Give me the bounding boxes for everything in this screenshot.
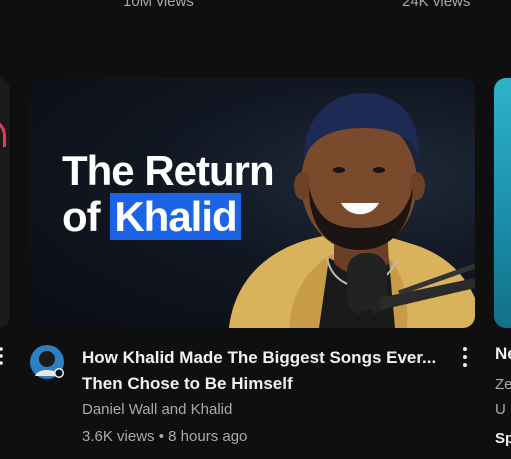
right-video-thumbnail-partial[interactable] <box>494 78 511 328</box>
prev-video-views-left: 10M views <box>123 0 194 10</box>
thumbnail-text-line1: The Return <box>62 147 275 194</box>
right-video-channel-partial[interactable]: Ze <box>495 376 511 393</box>
left-video-thumbnail-partial[interactable] <box>0 78 10 328</box>
view-count: 3.6K views <box>82 428 155 445</box>
meta-separator: • <box>158 428 164 445</box>
thumbnail-text-highlight: Khalid <box>110 193 241 240</box>
video-title[interactable]: How Khalid Made The Biggest Songs Ever..… <box>82 345 442 397</box>
more-vert-icon[interactable] <box>458 345 472 369</box>
left-more-vert-icon[interactable] <box>0 346 5 366</box>
thumbnail-overlay-text: The Return of Khalid <box>62 147 275 240</box>
channel-name[interactable]: Daniel Wall and Khalid <box>82 401 232 418</box>
right-video-badge-partial: Sp <box>495 430 511 447</box>
video-thumbnail[interactable]: The Return of Khalid <box>29 78 475 328</box>
thumbnail-text-line2: of Khalid <box>62 193 274 240</box>
channel-avatar[interactable] <box>29 344 65 380</box>
video-grid-row: 10M views 24K views The Return of Khalid… <box>0 0 511 459</box>
prev-video-views-right: 24K views <box>402 0 471 10</box>
thumbnail-text-prefix: of <box>62 193 101 240</box>
right-video-meta-partial: U <box>495 401 506 418</box>
upload-age: 8 hours ago <box>168 428 248 445</box>
video-metadata: 3.6K views • 8 hours ago <box>82 428 247 445</box>
right-video-title-partial[interactable]: Ne <box>495 344 511 364</box>
thumbnail-graphic <box>0 118 6 147</box>
